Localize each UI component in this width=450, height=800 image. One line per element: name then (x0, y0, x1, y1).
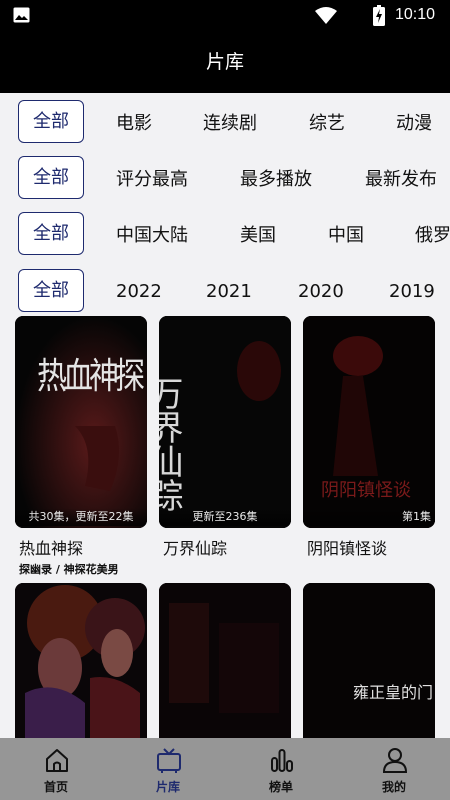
filter-option[interactable]: 2021 (206, 281, 252, 302)
filter-row-region: 全部 中国大陆 美国 中国 俄罗 (0, 209, 450, 257)
show-poster[interactable] (15, 583, 147, 743)
tab-mine[interactable]: 我的 (338, 738, 450, 800)
episode-badge: 第1集 (303, 508, 435, 526)
show-title[interactable]: 热血神探 (19, 535, 83, 559)
episode-badge: 更新至236集 (159, 508, 291, 526)
filter-row-category: 全部 电影 连续剧 综艺 动漫 (0, 97, 450, 145)
filter-option[interactable]: 电影 (116, 109, 152, 135)
clock: 10:10 (395, 6, 436, 23)
show-poster[interactable]: 阴阳镇怪谈 第1集 (303, 316, 435, 528)
episode-badge: 共30集，更新至22集 (15, 508, 147, 526)
poster-art: 万界仙踪 (159, 316, 291, 528)
show-poster[interactable]: 热血神探 共30集，更新至22集 (15, 316, 147, 528)
filter-option[interactable]: 最多播放 (240, 165, 312, 191)
filter-option[interactable]: 俄罗 (415, 221, 450, 247)
filter-option[interactable]: 2020 (298, 281, 344, 302)
tv-icon (157, 748, 181, 773)
gallery-icon (13, 7, 30, 23)
home-icon (46, 749, 68, 772)
show-title[interactable]: 阴阳镇怪谈 (307, 535, 387, 559)
status-bar: 10:10 (0, 0, 450, 32)
tab-ranking[interactable]: 榜单 (225, 738, 337, 800)
filter-option[interactable]: 最新发布 (365, 165, 437, 191)
poster-title-art: 阴阳镇怪谈 (321, 480, 411, 501)
poster-art: 雍正皇的门 (303, 583, 435, 743)
filter-option[interactable]: 2022 (116, 281, 162, 302)
show-poster[interactable]: 万界仙踪 更新至236集 (159, 316, 291, 528)
filter-row-year: 全部 2022 2021 2020 2019 (0, 266, 450, 314)
show-poster[interactable]: 雍正皇的门 (303, 583, 435, 743)
poster-art: 阴阳镇怪谈 (303, 316, 435, 528)
page-title: 片库 (0, 32, 450, 93)
poster-art (15, 583, 147, 743)
show-poster[interactable] (159, 583, 291, 743)
filter-option[interactable]: 动漫 (396, 109, 432, 135)
poster-title-art: 热血神探 (37, 354, 144, 396)
filter-option[interactable]: 综艺 (309, 109, 345, 135)
filter-option[interactable]: 中国大陆 (116, 221, 188, 247)
show-subtitle: 探幽录 / 神探花美男 (19, 563, 119, 576)
tab-home[interactable]: 首页 (0, 738, 112, 800)
poster-title-art: 万界仙踪 (159, 376, 183, 512)
filter-option[interactable]: 中国 (328, 221, 364, 247)
filter-all-button[interactable]: 全部 (18, 156, 84, 199)
bar-chart-icon (271, 749, 293, 772)
tab-library[interactable]: 片库 (112, 738, 224, 800)
filter-option[interactable]: 美国 (240, 221, 276, 247)
poster-art: 热血神探 (15, 316, 147, 528)
battery-charging-icon (373, 5, 385, 26)
filter-option[interactable]: 评分最高 (116, 165, 188, 191)
user-icon (382, 748, 408, 773)
poster-art (159, 583, 291, 743)
wifi-icon (315, 7, 337, 24)
tab-label: 榜单 (268, 780, 293, 794)
tab-label: 首页 (43, 780, 68, 794)
show-title[interactable]: 万界仙踪 (163, 535, 227, 559)
filter-all-button[interactable]: 全部 (18, 100, 84, 143)
filter-option[interactable]: 2019 (389, 281, 435, 302)
tab-label: 我的 (381, 780, 406, 794)
filter-all-button[interactable]: 全部 (18, 269, 84, 312)
filter-all-button[interactable]: 全部 (18, 212, 84, 255)
tab-label: 片库 (155, 780, 180, 794)
poster-title-art: 雍正皇的门 (353, 683, 433, 702)
filter-option[interactable]: 连续剧 (203, 109, 257, 135)
bottom-tab-bar: 首页 片库 榜单 我的 (0, 738, 450, 800)
filter-row-sort: 全部 评分最高 最多播放 最新发布 (0, 153, 450, 201)
